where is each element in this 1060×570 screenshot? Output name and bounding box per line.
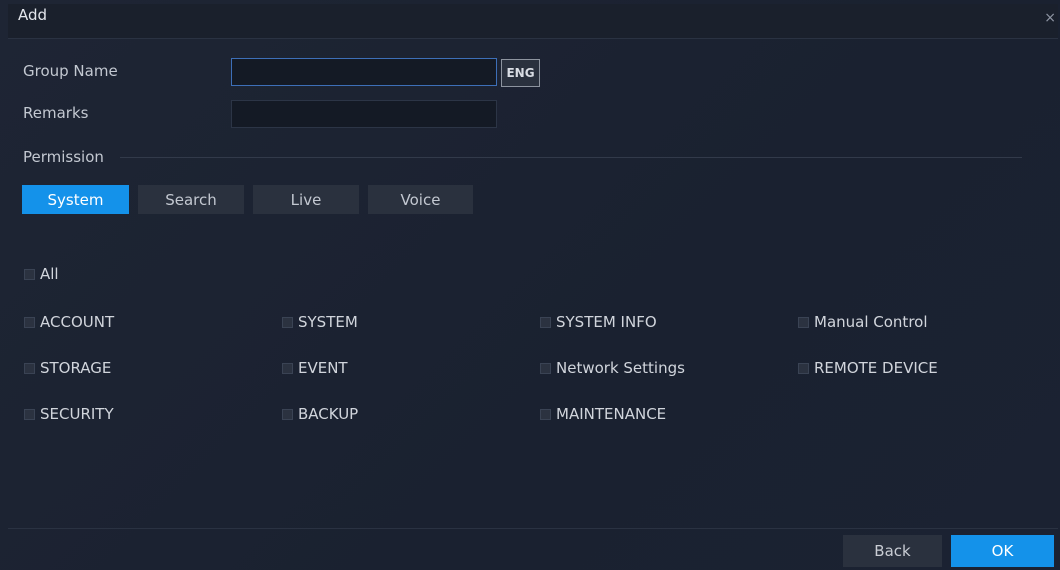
- permission-label: MAINTENANCE: [556, 405, 667, 423]
- close-icon[interactable]: ×: [1044, 10, 1056, 26]
- add-group-dialog: Add × Group Name ENG Remarks Permission …: [0, 0, 1060, 570]
- remarks-label: Remarks: [23, 104, 89, 122]
- footer-divider: [8, 528, 1058, 529]
- permission-backup[interactable]: BACKUP: [282, 405, 358, 423]
- checkbox-box[interactable]: [540, 408, 551, 420]
- checkbox-box[interactable]: [798, 362, 809, 374]
- all-checkbox[interactable]: All: [24, 265, 59, 283]
- permission-label: Network Settings: [556, 359, 685, 377]
- permission-label: SECURITY: [40, 405, 114, 423]
- permission-label: STORAGE: [40, 359, 112, 377]
- permission-label: Manual Control: [814, 313, 928, 331]
- permission-label: BACKUP: [298, 405, 359, 423]
- checkbox-box[interactable]: [24, 362, 35, 374]
- permission-section-label: Permission: [23, 148, 104, 166]
- ok-button[interactable]: OK: [951, 535, 1054, 567]
- permission-system[interactable]: SYSTEM: [282, 313, 358, 331]
- tab-voice[interactable]: Voice: [368, 185, 473, 214]
- permission-label: ACCOUNT: [40, 313, 115, 331]
- permission-storage[interactable]: STORAGE: [24, 359, 111, 377]
- input-mode-badge[interactable]: ENG: [501, 59, 540, 87]
- permission-network-settings[interactable]: Network Settings: [540, 359, 685, 377]
- permission-account[interactable]: ACCOUNT: [24, 313, 114, 331]
- dialog-title: Add: [18, 6, 48, 24]
- remarks-input[interactable]: [231, 100, 497, 128]
- checkbox-box[interactable]: [540, 316, 551, 328]
- back-button[interactable]: Back: [843, 535, 942, 567]
- permission-system-info[interactable]: SYSTEM INFO: [540, 313, 657, 331]
- permission-label: EVENT: [298, 359, 348, 377]
- checkbox-box[interactable]: [24, 408, 35, 420]
- permission-label: REMOTE DEVICE: [814, 359, 938, 377]
- tab-search[interactable]: Search: [138, 185, 244, 214]
- permission-manual-control[interactable]: Manual Control: [798, 313, 928, 331]
- checkbox-box[interactable]: [24, 316, 35, 328]
- checkbox-box[interactable]: [24, 268, 35, 280]
- tab-system[interactable]: System: [22, 185, 129, 214]
- all-label: All: [40, 265, 59, 283]
- group-name-label: Group Name: [23, 62, 118, 80]
- checkbox-box[interactable]: [282, 362, 293, 374]
- checkbox-box[interactable]: [282, 408, 293, 420]
- permission-divider: [120, 157, 1022, 158]
- group-name-input[interactable]: [231, 58, 497, 86]
- permission-security[interactable]: SECURITY: [24, 405, 114, 423]
- permission-event[interactable]: EVENT: [282, 359, 348, 377]
- tab-live[interactable]: Live: [253, 185, 359, 214]
- permission-maintenance[interactable]: MAINTENANCE: [540, 405, 666, 423]
- checkbox-box[interactable]: [798, 316, 809, 328]
- checkbox-box[interactable]: [540, 362, 551, 374]
- permission-remote-device[interactable]: REMOTE DEVICE: [798, 359, 938, 377]
- permission-label: SYSTEM: [298, 313, 358, 331]
- checkbox-box[interactable]: [282, 316, 293, 328]
- dialog-titlebar: Add ×: [8, 4, 1058, 39]
- permission-label: SYSTEM INFO: [556, 313, 657, 331]
